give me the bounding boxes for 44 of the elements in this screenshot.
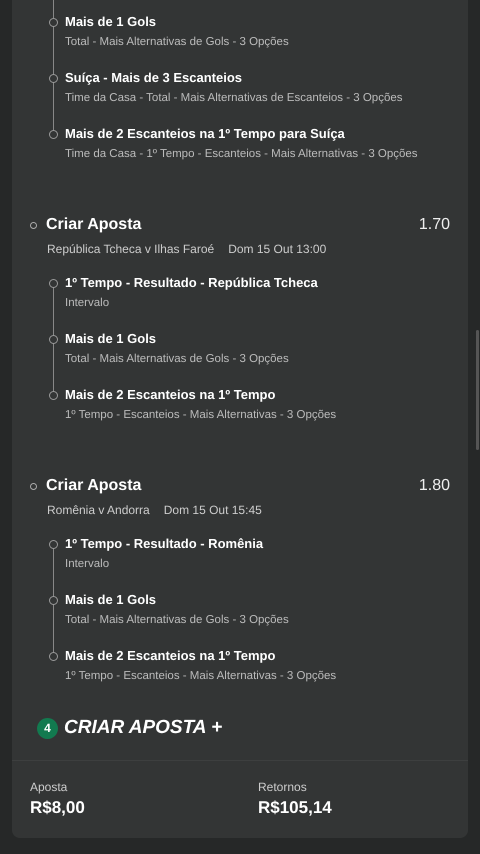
- selection-detail: Total - Mais Alternativas de Gols - 3 Opções: [65, 613, 289, 628]
- selection-detail: Total - Mais Alternativas de Gols - 3 Opções: [65, 352, 289, 367]
- summary-value: R$8,00: [30, 797, 86, 819]
- selection-title: Mais de 1 Gols: [65, 13, 158, 31]
- ring-icon: [49, 652, 58, 661]
- selection-title: 1º Tempo - Resultado - Romênia: [65, 535, 264, 553]
- selection-detail: Intervalo: [65, 557, 110, 572]
- selection-detail: Time da Casa - 1º Tempo - Escanteios - Mais Alternativas - 3 Opções: [65, 147, 418, 162]
- odds: 1.80: [418, 477, 450, 495]
- selection-detail: Time da Casa - Total - Mais Alternativas de Escanteios - 3 Opções: [65, 91, 402, 106]
- selection-title: Mais de 1 Gols: [65, 591, 158, 609]
- summary-label: Retornos: [258, 779, 308, 796]
- selection-title: Mais de 2 Escanteios na 1º Tempo: [65, 647, 276, 665]
- ring-icon: [49, 540, 58, 549]
- ring-icon: [49, 130, 58, 139]
- ring-icon: [49, 391, 58, 400]
- selection-detail: 1º Tempo - Escanteios - Mais Alternativas - 3 Opções: [65, 669, 336, 684]
- selection-detail: Total - Mais Alternativas de Gols - 3 Opções: [65, 35, 289, 50]
- ring-icon: [49, 74, 58, 83]
- match-time: Dom 15 Out 13:00: [228, 241, 326, 258]
- selection-title: Suíça - Mais de 3 Escanteios: [65, 69, 244, 87]
- match-name: República Tcheca v Ilhas Faroé: [47, 241, 214, 258]
- ring-icon: [30, 222, 37, 228]
- ring-icon: [30, 482, 37, 490]
- ring-icon: [49, 18, 58, 27]
- match-time: Dom 15 Out 15:45: [164, 502, 262, 519]
- summary-label: Aposta: [30, 779, 68, 796]
- scrollbar-thumb[interactable]: [476, 330, 479, 450]
- selection-title: 1º Tempo - Resultado - República Tcheca: [65, 274, 318, 292]
- ring-icon: [49, 335, 58, 344]
- selection-title: Mais de 1 Gols: [65, 330, 158, 348]
- bet-title: Criar Aposta: [46, 216, 142, 234]
- summary-value: R$105,14: [258, 797, 333, 819]
- ring-icon: [49, 279, 58, 288]
- create-bet-button[interactable]: 4 CRIAR APOSTA +: [37, 715, 222, 741]
- selection-detail: 1º Tempo - Escanteios - Mais Alternativas - 3 Opções: [65, 408, 336, 423]
- match-name: Romênia v Andorra: [47, 502, 150, 519]
- selection-title: Mais de 2 Escanteios na 1º Tempo para Suíça: [65, 125, 346, 143]
- count-badge: 4: [37, 718, 58, 738]
- selection-detail: Intervalo: [65, 296, 110, 311]
- selection-title: Mais de 2 Escanteios na 1º Tempo: [65, 386, 276, 404]
- ring-icon: [49, 596, 58, 605]
- odds: 1.70: [418, 216, 450, 234]
- bet-title: Criar Aposta: [46, 477, 142, 495]
